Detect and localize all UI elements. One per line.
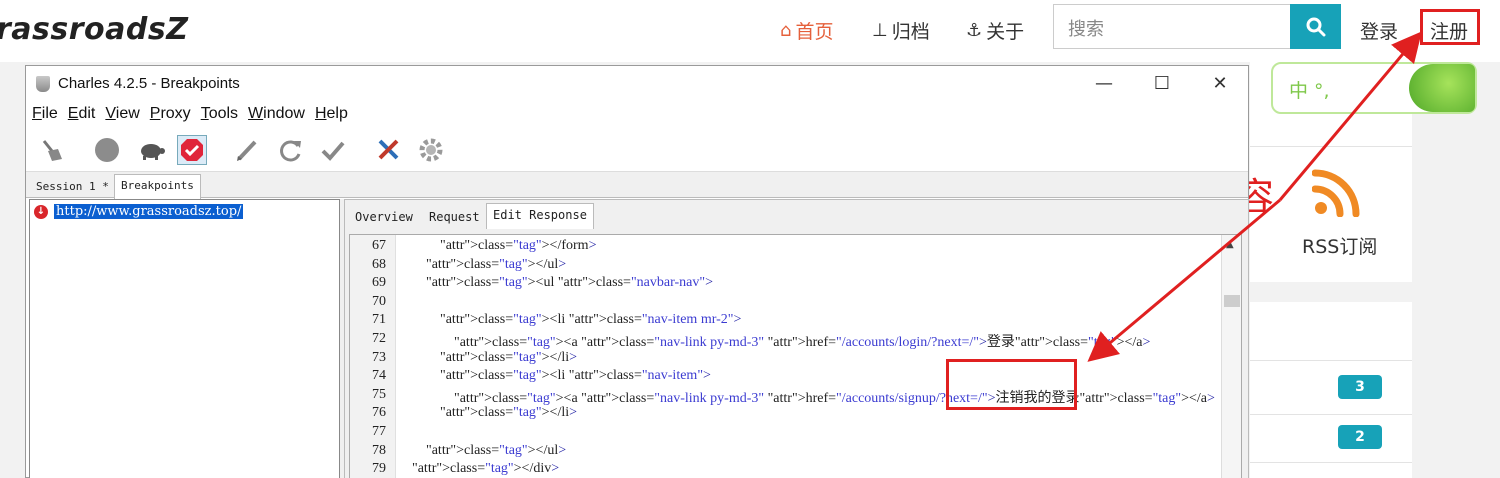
code-line: "attr">class="tag"><a "attr">class="nav-… [454,335,1151,350]
code-line: "attr">class="tag"></li> [440,405,578,421]
menu-help[interactable]: Help [315,102,348,126]
sidebar-divider [1250,462,1412,463]
line-number: 70 [372,293,386,309]
edited-text-highlight-box [946,359,1077,410]
search-button[interactable] [1290,4,1341,49]
sitemap-icon: ⊥ [872,20,888,41]
nav-home[interactable]: ⌂ 首页 [780,17,833,44]
record-icon[interactable] [92,135,122,165]
line-number: 76 [372,405,386,421]
sidebar-divider [1250,360,1412,361]
search-icon [1306,17,1325,36]
scroll-up-icon[interactable]: ▲ [1226,239,1234,250]
nav-about-label: 关于 [986,21,1025,43]
editor-scrollbar[interactable]: ▲ [1221,235,1241,478]
charles-window: Charles 4.2.5 - Breakpoints — ☐ ✕ File E… [25,65,1249,478]
tab-overview[interactable]: Overview [349,206,419,228]
leaf-icon [1409,64,1475,112]
tab-edit-response[interactable]: Edit Response [486,203,594,229]
close-icon[interactable]: ✕ [1208,72,1232,96]
count-badge: 2 [1338,425,1382,449]
rss-icon[interactable] [1312,167,1362,217]
line-number: 78 [372,442,386,458]
check-icon[interactable] [318,135,348,165]
toolbar [26,128,1248,172]
tools-icon[interactable] [374,135,404,165]
menu-view[interactable]: View [105,102,139,126]
code-line: "attr">class="tag"><a "attr">class="nav-… [454,390,1215,406]
breakpoint-url: http://www.grassroadsz.top/ [54,204,244,219]
menu-file[interactable]: File [32,102,58,126]
signup-highlight-box [1420,9,1480,45]
weather-text: 中 °, [1289,80,1330,102]
line-number: 73 [372,349,386,365]
nav-archive[interactable]: ⊥ 归档 [872,17,930,44]
code-line: "attr">class="tag"><ul "attr">class="nav… [426,275,713,291]
pen-icon[interactable] [232,135,262,165]
line-number: 71 [372,312,386,328]
settings-gear-icon[interactable] [416,135,446,165]
line-number: 77 [372,424,386,439]
code-line: "attr">class="tag"></li> [440,349,578,365]
home-icon: ⌂ [780,20,792,41]
menu-window[interactable]: Window [248,102,305,126]
page: rassroadsZ ⌂ 首页 ⊥ 归档 ⚓ 关于 搜索 登录 注册 中 °, [0,0,1500,478]
response-editor[interactable]: 67 "attr">class="tag"></form> 68 "attr">c… [349,234,1242,478]
line-number: 69 [372,275,386,291]
rss-label[interactable]: RSS订阅 [1302,232,1377,259]
menubar: File Edit View Proxy Tools Window Help [26,102,1248,126]
login-link[interactable]: 登录 [1360,17,1398,44]
code-line: "attr">class="tag"></div> [412,461,560,477]
code-line: "attr">class="tag"><li "attr">class="nav… [440,312,742,328]
site-navbar: rassroadsZ ⌂ 首页 ⊥ 归档 ⚓ 关于 搜索 登录 注册 [0,0,1500,62]
menu-edit[interactable]: Edit [68,102,96,126]
code-line: "attr">class="tag"></form> [440,238,597,253]
code-line: "attr">class="tag"><li "attr">class="nav… [440,368,711,384]
maximize-icon[interactable]: ☐ [1150,72,1174,96]
search-input[interactable]: 搜索 [1053,4,1291,49]
sidebar-divider [1250,146,1412,147]
code-line: "attr">class="tag"></ul> [426,256,567,272]
refresh-icon[interactable] [276,135,306,165]
window-titlebar[interactable]: Charles 4.2.5 - Breakpoints — ☐ ✕ [26,66,1248,102]
session-tabs: Session 1 * Breakpoints [26,172,1248,199]
menu-tools[interactable]: Tools [201,102,238,126]
site-brand[interactable]: rassroadsZ [0,12,189,47]
line-number: 79 [372,461,386,477]
sidebar-divider [1250,414,1412,415]
line-number: 74 [372,368,386,384]
breakpoint-icon: ↓ [34,204,48,219]
tab-session-1[interactable]: Session 1 * [30,176,115,198]
nav-home-label: 首页 [795,21,834,43]
breakpoint-tree: ↓ http://www.grassroadsz.top/ [29,199,340,478]
nav-about[interactable]: ⚓ 关于 [966,17,1024,44]
turtle-icon[interactable] [136,135,166,165]
code-line: "attr">class="tag"></ul> [426,442,567,458]
menu-proxy[interactable]: Proxy [150,102,191,126]
sidebar-card-bottom [1250,302,1412,478]
anchor-icon: ⚓ [966,20,983,41]
line-number: 75 [372,386,386,402]
line-number: 72 [372,331,386,346]
tab-breakpoints[interactable]: Breakpoints [114,174,201,199]
window-title: Charles 4.2.5 - Breakpoints [58,75,240,92]
nav-archive-label: 归档 [891,21,930,43]
detail-pane: Overview Request Edit Response 67 "attr"… [344,199,1249,478]
breakpoint-item[interactable]: ↓ http://www.grassroadsz.top/ [34,204,244,219]
line-number: 67 [372,238,386,253]
scroll-thumb[interactable] [1224,295,1240,307]
minimize-icon[interactable]: — [1092,72,1116,96]
weather-widget[interactable]: 中 °, [1271,62,1477,114]
charles-app-icon [36,76,50,92]
tab-request[interactable]: Request [423,206,486,228]
count-badge: 3 [1338,375,1382,399]
line-number: 68 [372,256,386,272]
broom-icon[interactable] [36,135,66,165]
breakpoints-toggle-icon[interactable] [177,135,207,165]
